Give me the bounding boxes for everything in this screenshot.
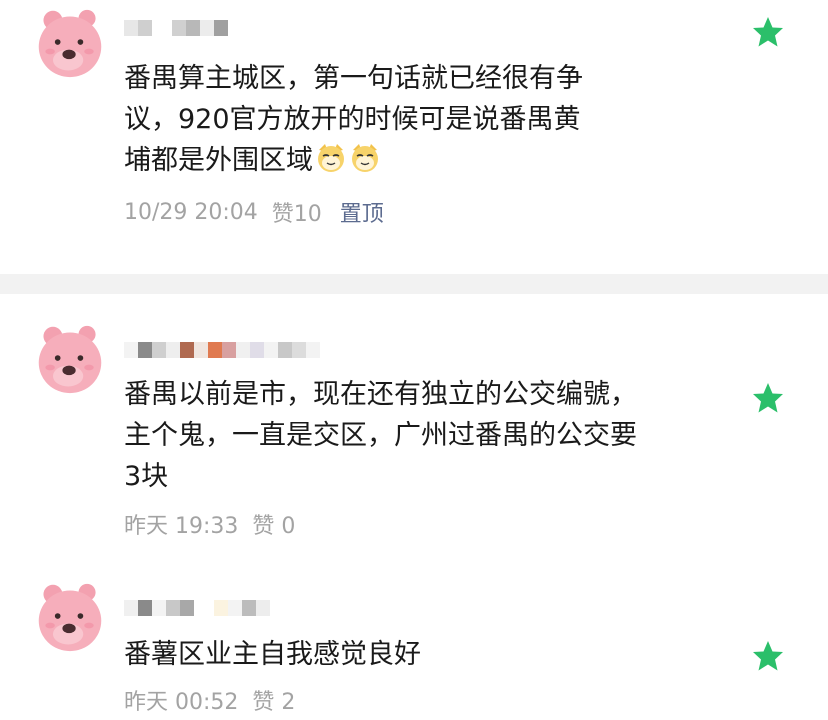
like-count[interactable]: 赞10 <box>272 196 322 228</box>
avatar[interactable] <box>34 6 106 80</box>
avatar[interactable] <box>34 580 106 654</box>
comment-line: 3块 <box>124 461 169 492</box>
cat-emoji-icon <box>351 143 379 173</box>
green-star-icon[interactable] <box>752 382 784 414</box>
like-count[interactable]: 赞 2 <box>252 684 295 716</box>
comment-line: 番薯区业主自我感觉良好 <box>124 639 421 670</box>
comment-item[interactable]: 番薯区业主自我感觉良好 昨天 00:52 赞 2 <box>0 560 828 720</box>
avatar[interactable] <box>34 322 106 396</box>
comment-text: 番薯区业主自我感觉良好 <box>124 634 734 675</box>
comment-meta: 昨天 00:52 赞 2 <box>124 684 295 716</box>
green-star-icon[interactable] <box>752 640 784 672</box>
comment-item[interactable]: 番禺以前是市，现在还有独立的公交编號， 主个鬼，一直是交区，广州过番禺的公交要 … <box>0 294 828 560</box>
comment-meta: 10/29 20:04 赞10 置顶 <box>124 196 384 228</box>
comment-line-text: 埔都是外围区域 <box>124 145 313 176</box>
comment-line: 番禺以前是市，现在还有独立的公交编號， <box>124 379 637 410</box>
comment-text: 番禺算主城区，第一句话就已经很有争 议，920官方放开的时候可是说番禺黄 埔都是… <box>124 58 734 181</box>
section-divider <box>0 274 828 294</box>
comment-line: 主个鬼，一直是交区，广州过番禺的公交要 <box>124 420 637 451</box>
comment-line: 埔都是外围区域 <box>124 140 734 181</box>
pinned-badge: 置顶 <box>339 202 384 227</box>
username-redacted[interactable] <box>124 340 320 360</box>
comment-time: 昨天 19:33 <box>124 514 239 539</box>
comment-line: 议，920官方放开的时候可是说番禺黄 <box>124 104 581 135</box>
comment-line: 番禺算主城区，第一句话就已经很有争 <box>124 63 583 94</box>
username-redacted[interactable] <box>124 18 228 38</box>
cat-emoji-icon <box>317 143 345 173</box>
like-count[interactable]: 赞 0 <box>252 508 295 540</box>
comment-time: 10/29 20:04 <box>124 199 258 225</box>
username-redacted[interactable] <box>124 598 270 618</box>
green-star-icon[interactable] <box>752 16 784 48</box>
comment-text: 番禺以前是市，现在还有独立的公交编號， 主个鬼，一直是交区，广州过番禺的公交要 … <box>124 374 734 497</box>
comment-time: 昨天 00:52 <box>124 690 239 715</box>
comment-item[interactable]: 番禺算主城区，第一句话就已经很有争 议，920官方放开的时候可是说番禺黄 埔都是… <box>0 0 828 274</box>
comment-meta: 昨天 19:33 赞 0 <box>124 508 295 540</box>
